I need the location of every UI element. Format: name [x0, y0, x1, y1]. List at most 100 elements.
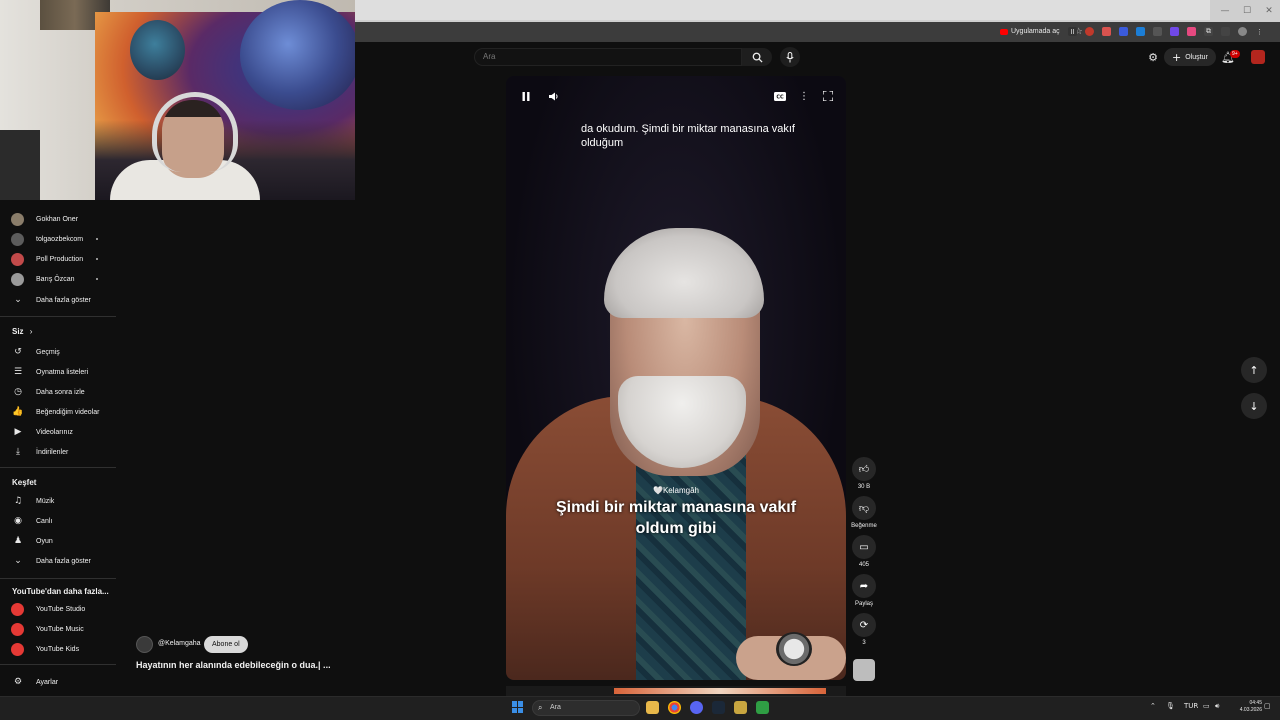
volume-icon[interactable]: [546, 90, 562, 102]
search-icon: ⌕: [538, 703, 543, 712]
svg-text:CC: CC: [776, 94, 784, 100]
share-button[interactable]: ➦: [852, 574, 876, 598]
webcam-headset: [152, 92, 238, 172]
sidebar-item-subscription[interactable]: Gokhan Oner: [0, 209, 116, 229]
volume-tray-icon[interactable]: 🔊︎: [1215, 702, 1219, 711]
sidebar-item-gaming[interactable]: ♟ Oyun: [0, 531, 116, 551]
sidebar-item-subscription[interactable]: Barış Özcan: [0, 269, 116, 289]
sidebar-item-history[interactable]: ↺ Geçmiş: [0, 342, 116, 362]
taskbar-clock[interactable]: 04:45 4.03.2026: [1232, 700, 1262, 714]
search-icon: [752, 52, 763, 63]
youtube-icon: [1000, 28, 1008, 35]
pause-icon[interactable]: [518, 90, 534, 102]
sidebar-show-more-subs[interactable]: ⌄ Daha fazla göster: [0, 290, 116, 310]
tray-chevron-up-icon[interactable]: ⌃: [1150, 702, 1156, 710]
channel-handle[interactable]: @Kelamgaha: [158, 640, 201, 647]
account-avatar[interactable]: [1251, 50, 1265, 64]
discord-icon[interactable]: [690, 701, 703, 714]
taskbar-search-input[interactable]: ⌕ Ara: [532, 700, 640, 716]
extension-icon[interactable]: [1187, 27, 1196, 36]
voice-search-button[interactable]: [780, 47, 800, 67]
split-view-icon[interactable]: [1221, 27, 1230, 36]
menu-dots-icon[interactable]: ⋮: [1255, 27, 1264, 36]
extension-icon[interactable]: [1102, 27, 1111, 36]
sidebar-item-more-from-youtube[interactable]: YouTube Music: [0, 619, 116, 639]
extensions-puzzle-icon[interactable]: ⧉: [1204, 27, 1213, 36]
sidebar-show-more-explore[interactable]: ⌄ Daha fazla göster: [0, 551, 116, 571]
extension-icon[interactable]: [1085, 27, 1094, 36]
file-explorer-icon[interactable]: [646, 701, 659, 714]
remix-button[interactable]: ⟳: [852, 613, 876, 637]
next-short-button[interactable]: ↓: [1241, 393, 1267, 419]
app-icon[interactable]: [756, 701, 769, 714]
sidebar-section-explore: Keşfet: [12, 478, 37, 487]
video-title[interactable]: Hayatının her alanında edebileceğin o du…: [136, 660, 331, 670]
video-icon: ▶: [14, 427, 22, 437]
notification-center-icon[interactable]: ▢: [1264, 702, 1271, 710]
sidebar-item-clock[interactable]: ◷ Daha sonra izle: [0, 382, 116, 402]
sidebar-item-live[interactable]: ◉ Canlı: [0, 511, 116, 531]
close-icon[interactable]: ✕: [1258, 0, 1280, 22]
sidebar-item-download[interactable]: ⤓ İndirilenler: [0, 442, 116, 462]
language-indicator[interactable]: TUR: [1184, 702, 1198, 710]
profile-avatar-icon[interactable]: [1238, 27, 1247, 36]
comment-icon: ▭: [859, 541, 869, 553]
sidebar-section-more: YouTube'dan daha fazla...: [12, 587, 109, 596]
divider: [0, 664, 116, 665]
remix-count: 3: [862, 640, 866, 646]
webcam-poster-astronaut: [130, 20, 185, 80]
search-input[interactable]: Ara: [474, 48, 742, 66]
network-icon[interactable]: ▭: [1203, 702, 1210, 710]
arrow-up-icon: ↑: [1249, 363, 1259, 377]
subscribe-button[interactable]: Abone ol: [204, 636, 248, 653]
sidebar-item-settings[interactable]: ⚙ Ayarlar: [0, 672, 116, 692]
playlist-icon: ☰: [13, 367, 23, 377]
sidebar-item-label: Müzik: [36, 497, 55, 505]
shorts-player[interactable]: CC ⋮ da okudum. Şimdi bir miktar manasın…: [506, 76, 846, 680]
like-button[interactable]: 👍︎: [852, 457, 876, 481]
video-brand-watermark: 🤍Kelamgâh: [653, 486, 699, 495]
windows-start-icon[interactable]: [512, 701, 524, 713]
search-button[interactable]: [742, 48, 772, 66]
search-placeholder: Ara: [483, 52, 496, 61]
dislike-button[interactable]: 👎︎: [852, 496, 876, 520]
app-icon[interactable]: [734, 701, 747, 714]
captions-icon[interactable]: CC: [772, 90, 788, 102]
minimize-icon[interactable]: —: [1214, 0, 1236, 22]
sidebar-item-thumbs-up[interactable]: 👍 Beğendiğim videolar: [0, 402, 116, 422]
audio-source-thumbnail[interactable]: [853, 659, 875, 681]
sidebar-item-more-from-youtube[interactable]: YouTube Studio: [0, 599, 116, 619]
microphone-tray-icon[interactable]: 🎙︎: [1166, 702, 1175, 710]
sidebar-item-more-from-youtube[interactable]: YouTube Kids: [0, 639, 116, 659]
sidebar-section-you[interactable]: Siz ›: [12, 327, 32, 336]
extension-icon[interactable]: II: [1068, 27, 1077, 36]
sidebar-item-label: İndirilenler: [36, 448, 69, 456]
extension-icon[interactable]: [1119, 27, 1128, 36]
browser-tabstrip: [355, 0, 1210, 20]
steam-icon[interactable]: [712, 701, 725, 714]
create-button[interactable]: + Oluştur: [1164, 48, 1216, 66]
sidebar-item-subscription[interactable]: tolgaozbekcom: [0, 229, 116, 249]
maximize-icon[interactable]: ☐: [1236, 0, 1258, 22]
fullscreen-icon[interactable]: [820, 90, 836, 102]
sidebar-item-label: Geçmiş: [36, 348, 60, 356]
sidebar-item-video[interactable]: ▶ Videolarınız: [0, 422, 116, 442]
extension-icon[interactable]: [1153, 27, 1162, 36]
taskbar-search-placeholder: Ara: [550, 704, 561, 711]
extension-icon[interactable]: [1170, 27, 1179, 36]
sidebar-item-label: Daha fazla göster: [36, 557, 91, 565]
sidebar-item-label: Daha sonra izle: [36, 388, 85, 396]
sidebar-item-label: tolgaozbekcom: [36, 235, 84, 243]
sidebar-item-playlist[interactable]: ☰ Oynatma listeleri: [0, 362, 116, 382]
comments-button[interactable]: ▭: [852, 535, 876, 559]
more-options-icon[interactable]: ⋮: [796, 90, 812, 102]
next-short-preview[interactable]: [506, 686, 846, 696]
previous-short-button[interactable]: ↑: [1241, 357, 1267, 383]
sidebar-item-subscription[interactable]: Poll Production: [0, 249, 116, 269]
channel-avatar[interactable]: [136, 636, 153, 653]
chrome-icon[interactable]: [668, 701, 681, 714]
cast-settings-icon[interactable]: ⚙: [1146, 50, 1160, 64]
extension-icon[interactable]: [1136, 27, 1145, 36]
sidebar-item-music[interactable]: ♫ Müzik: [0, 491, 116, 511]
sidebar-item-label: Ayarlar: [36, 678, 59, 686]
